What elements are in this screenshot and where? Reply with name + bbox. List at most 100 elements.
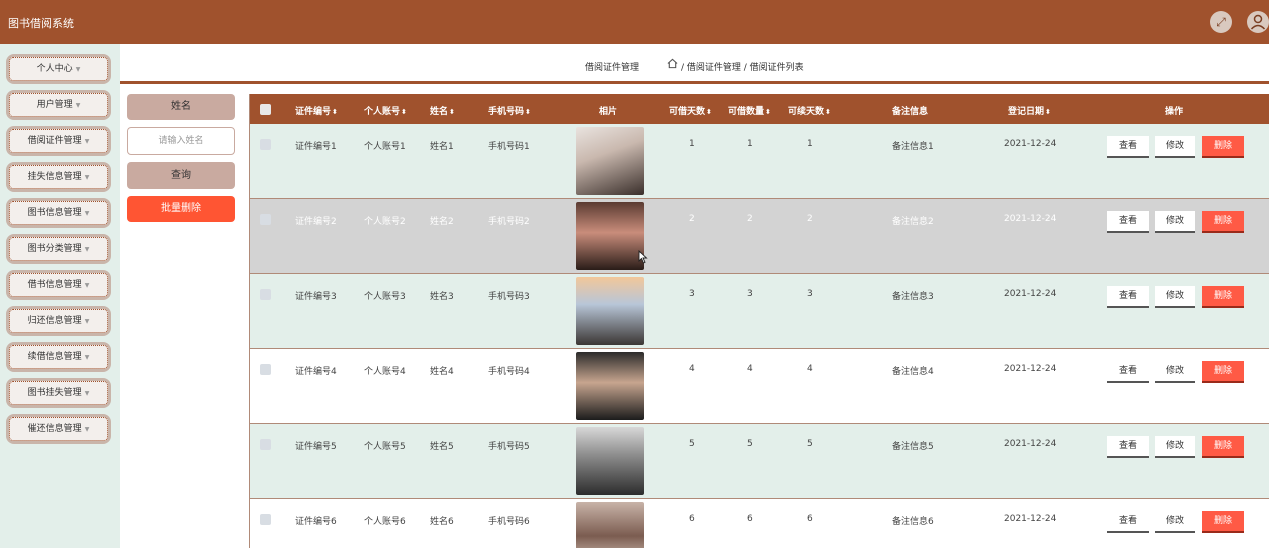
delete-button[interactable]: 删除 bbox=[1202, 136, 1244, 158]
view-button[interactable]: 查看 bbox=[1107, 211, 1149, 233]
column-header[interactable]: 可借天数⬍ bbox=[669, 104, 712, 117]
view-button[interactable]: 查看 bbox=[1107, 136, 1149, 158]
edit-button[interactable]: 修改 bbox=[1155, 361, 1195, 383]
cell-date: 2021-12-24 bbox=[1004, 214, 1057, 224]
chevron-down-icon: ▼ bbox=[84, 210, 90, 217]
sort-icon[interactable]: ⬍ bbox=[525, 108, 531, 116]
sidebar-item[interactable]: 借书信息管理 ▼ bbox=[6, 270, 111, 300]
cell-renew: 1 bbox=[807, 139, 813, 149]
query-button[interactable]: 查询 bbox=[127, 162, 235, 189]
sort-icon[interactable]: ⬍ bbox=[449, 108, 455, 116]
photo-thumbnail bbox=[576, 427, 644, 495]
chevron-down-icon: ▼ bbox=[84, 246, 90, 253]
cell-name: 姓名1 bbox=[430, 142, 454, 152]
column-header-label: 备注信息 bbox=[892, 107, 929, 117]
cell-cert-no: 证件编号4 bbox=[295, 367, 337, 377]
chevron-down-icon: ▼ bbox=[75, 102, 81, 109]
cell-cert-no: 证件编号5 bbox=[295, 442, 337, 452]
cell-remark: 备注信息3 bbox=[892, 292, 934, 302]
sidebar-item[interactable]: 用户管理 ▼ bbox=[6, 90, 111, 120]
sidebar-item[interactable]: 续借信息管理 ▼ bbox=[6, 342, 111, 372]
select-all-checkbox[interactable] bbox=[260, 104, 271, 115]
view-button[interactable]: 查看 bbox=[1107, 286, 1149, 308]
sidebar-item-label: 续借信息管理 bbox=[27, 352, 82, 362]
breadcrumb: 借阅证件管理 / 借阅证件管理 / 借阅证件列表 bbox=[120, 44, 1269, 84]
edit-button[interactable]: 修改 bbox=[1155, 286, 1195, 308]
sidebar-item[interactable]: 借阅证件管理 ▼ bbox=[6, 126, 111, 156]
sort-icon[interactable]: ⬍ bbox=[401, 108, 407, 116]
cell-days: 5 bbox=[689, 439, 695, 449]
sidebar-item[interactable]: 归还信息管理 ▼ bbox=[6, 306, 111, 336]
sidebar-item-label: 借阅证件管理 bbox=[27, 136, 82, 146]
sidebar-item[interactable]: 个人中心 ▼ bbox=[6, 54, 111, 84]
column-header[interactable]: 证件编号⬍ bbox=[295, 104, 338, 117]
cell-phone: 手机号码3 bbox=[488, 292, 530, 302]
view-button[interactable]: 查看 bbox=[1107, 361, 1149, 383]
sidebar-item[interactable]: 图书信息管理 ▼ bbox=[6, 198, 111, 228]
column-header[interactable]: 姓名⬍ bbox=[430, 104, 455, 117]
view-button[interactable]: 查看 bbox=[1107, 436, 1149, 458]
photo-thumbnail bbox=[576, 277, 644, 345]
cell-qty: 3 bbox=[747, 289, 753, 299]
delete-button[interactable]: 删除 bbox=[1202, 286, 1244, 308]
column-header-label: 个人账号 bbox=[364, 107, 401, 117]
chevron-down-icon: ▼ bbox=[84, 282, 90, 289]
cell-qty: 6 bbox=[747, 514, 753, 524]
column-header-label: 相片 bbox=[599, 107, 618, 117]
view-button[interactable]: 查看 bbox=[1107, 511, 1149, 533]
table-row: 证件编号4 个人账号4 姓名4 手机号码4 4 4 4 备注信息4 2021-12-24 查看 修改… bbox=[250, 349, 1269, 424]
column-header[interactable]: 个人账号⬍ bbox=[364, 104, 407, 117]
cell-name: 姓名6 bbox=[430, 517, 454, 527]
chevron-down-icon: ▼ bbox=[84, 138, 90, 145]
delete-button[interactable]: 删除 bbox=[1202, 436, 1244, 458]
cell-name: 姓名2 bbox=[430, 217, 454, 227]
user-avatar-icon[interactable] bbox=[1247, 11, 1269, 33]
sidebar-item[interactable]: 挂失信息管理 ▼ bbox=[6, 162, 111, 192]
cell-account: 个人账号5 bbox=[364, 442, 406, 452]
column-header[interactable]: 登记日期⬍ bbox=[1008, 104, 1051, 117]
sidebar-item-label: 图书挂失管理 bbox=[27, 388, 82, 398]
sort-icon[interactable]: ⬍ bbox=[825, 108, 831, 116]
edit-button[interactable]: 修改 bbox=[1155, 211, 1195, 233]
sort-icon[interactable]: ⬍ bbox=[706, 108, 712, 116]
expand-icon[interactable]: ⤢ bbox=[1210, 11, 1232, 33]
column-header[interactable]: 手机号码⬍ bbox=[488, 104, 531, 117]
cell-days: 2 bbox=[689, 214, 695, 224]
batch-delete-button[interactable]: 批量删除 bbox=[127, 196, 235, 222]
column-header-label: 登记日期 bbox=[1008, 107, 1045, 117]
sidebar-item-label: 图书信息管理 bbox=[27, 208, 82, 218]
column-header[interactable]: 可借数量⬍ bbox=[728, 104, 771, 117]
sidebar-item-inner: 续借信息管理 ▼ bbox=[9, 345, 108, 369]
home-icon[interactable] bbox=[667, 58, 678, 72]
edit-button[interactable]: 修改 bbox=[1155, 436, 1195, 458]
delete-button[interactable]: 删除 bbox=[1202, 361, 1244, 383]
sidebar-item[interactable]: 图书分类管理 ▼ bbox=[6, 234, 111, 264]
row-checkbox[interactable] bbox=[260, 214, 271, 225]
column-header[interactable]: 可续天数⬍ bbox=[788, 104, 831, 117]
sidebar-item-inner: 借书信息管理 ▼ bbox=[9, 273, 108, 297]
sort-icon[interactable]: ⬍ bbox=[332, 108, 338, 116]
sidebar-item[interactable]: 图书挂失管理 ▼ bbox=[6, 378, 111, 408]
chevron-down-icon: ▼ bbox=[75, 66, 81, 73]
row-checkbox[interactable] bbox=[260, 514, 271, 525]
sort-icon[interactable]: ⬍ bbox=[1045, 108, 1051, 116]
cell-days: 6 bbox=[689, 514, 695, 524]
chevron-down-icon: ▼ bbox=[84, 174, 90, 181]
delete-button[interactable]: 删除 bbox=[1202, 511, 1244, 533]
row-checkbox[interactable] bbox=[260, 139, 271, 150]
row-checkbox[interactable] bbox=[260, 289, 271, 300]
edit-button[interactable]: 修改 bbox=[1155, 136, 1195, 158]
sidebar-item[interactable]: 催还信息管理 ▼ bbox=[6, 414, 111, 444]
cell-qty: 5 bbox=[747, 439, 753, 449]
name-search-input[interactable] bbox=[127, 127, 235, 155]
cell-cert-no: 证件编号1 bbox=[295, 142, 337, 152]
cell-cert-no: 证件编号2 bbox=[295, 217, 337, 227]
edit-button[interactable]: 修改 bbox=[1155, 511, 1195, 533]
sidebar-item-label: 个人中心 bbox=[36, 64, 73, 74]
row-checkbox[interactable] bbox=[260, 364, 271, 375]
sort-icon[interactable]: ⬍ bbox=[765, 108, 771, 116]
cell-account: 个人账号4 bbox=[364, 367, 406, 377]
cell-phone: 手机号码1 bbox=[488, 142, 530, 152]
delete-button[interactable]: 删除 bbox=[1202, 211, 1244, 233]
row-checkbox[interactable] bbox=[260, 439, 271, 450]
